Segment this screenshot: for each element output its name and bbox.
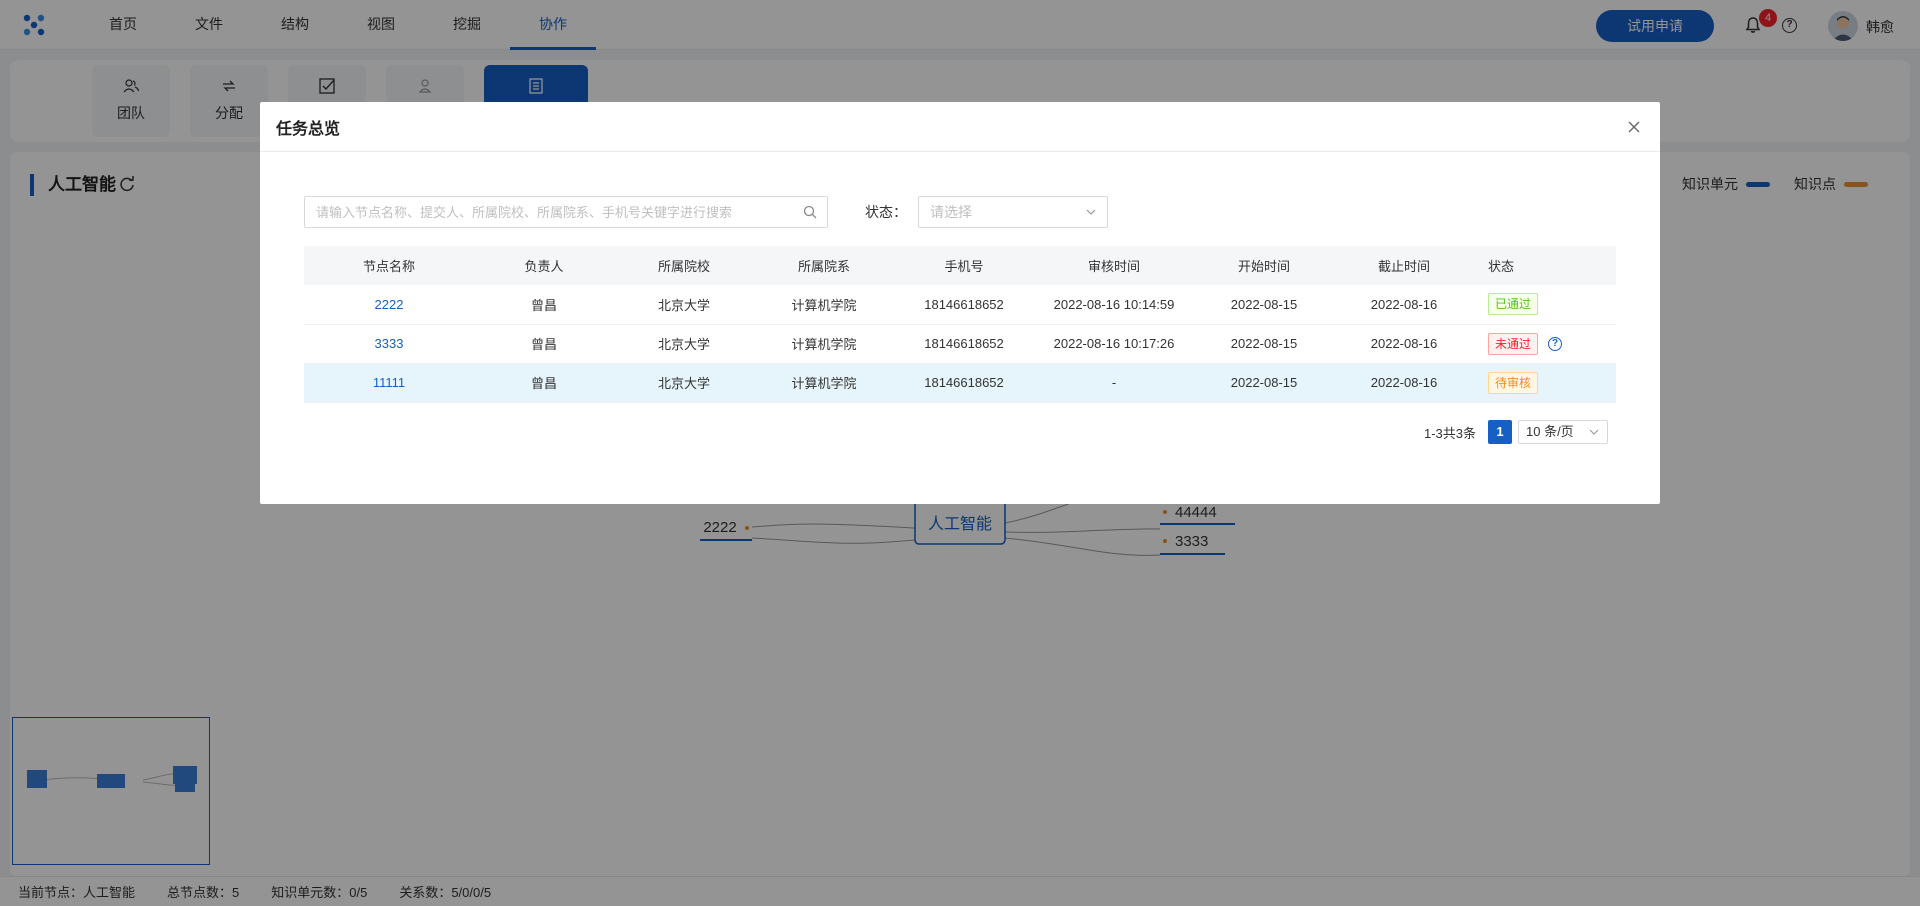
task-table: 节点名称 负责人 所属院校 所属院系 手机号 审核时间 开始时间 截止时间 状态… [304, 246, 1616, 403]
cell-review-time: - [1034, 363, 1194, 403]
search-box [304, 196, 828, 228]
cell-end-time: 2022-08-16 [1334, 285, 1474, 325]
pagination: 1-3共3条 1 10 条/页 [1424, 420, 1608, 444]
close-icon[interactable] [1624, 117, 1644, 137]
col-owner: 负责人 [474, 246, 614, 285]
cell-start-time: 2022-08-15 [1194, 363, 1334, 403]
col-status: 状态 [1474, 246, 1616, 285]
cell-dept: 计算机学院 [754, 285, 894, 325]
status-badge: 待审核 [1488, 371, 1539, 394]
cell-phone: 18146618652 [894, 324, 1034, 364]
cell-start-time: 2022-08-15 [1194, 324, 1334, 364]
col-start-time: 开始时间 [1194, 246, 1334, 285]
cell-end-time: 2022-08-16 [1334, 363, 1474, 403]
table-header-row: 节点名称 负责人 所属院校 所属院系 手机号 审核时间 开始时间 截止时间 状态 [304, 246, 1616, 285]
search-icon[interactable] [803, 205, 817, 219]
col-review-time: 审核时间 [1034, 246, 1194, 285]
cell-review-time: 2022-08-16 10:17:26 [1034, 324, 1194, 364]
chevron-down-icon [1589, 429, 1599, 435]
cell-dept: 计算机学院 [754, 324, 894, 364]
status-badge: 已通过 [1488, 293, 1539, 316]
status-badge: 未通过 [1488, 332, 1539, 355]
status-select-placeholder: 请选择 [930, 204, 972, 220]
col-dept: 所属院系 [754, 246, 894, 285]
page-size-value: 10 条/页 [1526, 424, 1574, 439]
cell-owner: 曾昌 [474, 285, 614, 325]
search-input[interactable] [305, 197, 827, 227]
page-1-button[interactable]: 1 [1488, 420, 1512, 444]
table-row[interactable]: 2222 曾昌 北京大学 计算机学院 18146618652 2022-08-1… [304, 285, 1616, 325]
modal-title: 任务总览 [276, 120, 341, 138]
table-row[interactable]: 3333 曾昌 北京大学 计算机学院 18146618652 2022-08-1… [304, 324, 1616, 364]
cell-owner: 曾昌 [474, 363, 614, 403]
node-name-link[interactable]: 11111 [373, 375, 405, 390]
col-phone: 手机号 [894, 246, 1034, 285]
node-name-link[interactable]: 3333 [375, 336, 404, 351]
cell-phone: 18146618652 [894, 363, 1034, 403]
cell-review-time: 2022-08-16 10:14:59 [1034, 285, 1194, 325]
col-school: 所属院校 [614, 246, 754, 285]
chevron-down-icon [1086, 209, 1096, 215]
status-select[interactable]: 请选择 [918, 196, 1108, 228]
cell-school: 北京大学 [614, 285, 754, 325]
pagination-total: 1-3共3条 [1423, 425, 1476, 441]
node-name-link[interactable]: 2222 [375, 297, 404, 312]
cell-school: 北京大学 [614, 363, 754, 403]
col-node-name: 节点名称 [304, 246, 474, 285]
cell-phone: 18146618652 [894, 285, 1034, 325]
cell-dept: 计算机学院 [754, 363, 894, 403]
modal-header: 任务总览 [260, 102, 1660, 152]
status-filter-label: 状态： [865, 204, 907, 220]
task-overview-modal: 任务总览 状态： 请选择 节点名称 负责人 所属院校 所属院系 手机号 审核时 [260, 102, 1660, 504]
cell-owner: 曾昌 [474, 324, 614, 364]
col-end-time: 截止时间 [1334, 246, 1474, 285]
question-icon[interactable]: ? [1548, 337, 1563, 352]
cell-start-time: 2022-08-15 [1194, 285, 1334, 325]
page-size-select[interactable]: 10 条/页 [1518, 420, 1608, 444]
cell-end-time: 2022-08-16 [1334, 324, 1474, 364]
table-row[interactable]: 11111 曾昌 北京大学 计算机学院 18146618652 - 2022-0… [304, 363, 1616, 403]
cell-school: 北京大学 [614, 324, 754, 364]
